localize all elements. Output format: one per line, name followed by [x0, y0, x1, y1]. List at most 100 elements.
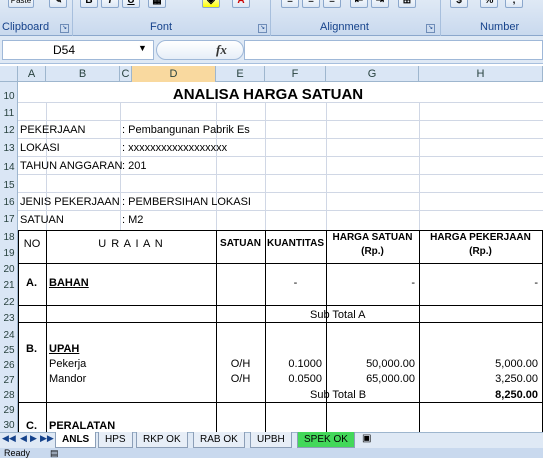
- borders-icon[interactable]: ▦: [148, 0, 166, 8]
- gridline: [419, 102, 420, 230]
- row-header[interactable]: 21: [0, 280, 18, 291]
- row-header[interactable]: 16: [0, 197, 18, 208]
- jenis-pekerjaan-label: JENIS PEKERJAAN: [20, 196, 120, 208]
- upah-item-total: 5,000.00: [495, 358, 538, 370]
- column-header-e[interactable]: E: [216, 66, 265, 82]
- spreadsheet-grid[interactable]: ANALISA HARGA SATUAN PEKERJAAN : Pembang…: [18, 82, 543, 432]
- tab-upbh[interactable]: UPBH: [250, 432, 292, 448]
- fill-color-icon[interactable]: ◈: [202, 0, 220, 8]
- select-all-corner[interactable]: [0, 66, 18, 82]
- align-left-icon[interactable]: ≡: [281, 0, 299, 8]
- clipboard-launcher-icon[interactable]: ↘: [60, 24, 69, 33]
- column-header-a[interactable]: A: [18, 66, 46, 82]
- column-header-b[interactable]: B: [46, 66, 120, 82]
- merge-center-icon[interactable]: ⊞: [398, 0, 416, 8]
- row-header[interactable]: 25: [0, 345, 18, 356]
- row-header[interactable]: 28: [0, 390, 18, 401]
- upah-item-price: 50,000.00: [366, 358, 415, 370]
- alignment-group-label: Alignment: [320, 21, 369, 33]
- row-header[interactable]: 19: [0, 248, 18, 259]
- increase-indent-icon[interactable]: ⇥: [371, 0, 389, 8]
- italic-button[interactable]: I: [101, 0, 119, 8]
- tab-anls[interactable]: ANLS: [55, 432, 97, 448]
- upah-item-qty: 0.0500: [288, 373, 322, 385]
- bold-button[interactable]: B: [80, 0, 98, 8]
- upah-item-unit: O/H: [230, 373, 251, 385]
- upah-item-price: 65,000.00: [366, 373, 415, 385]
- row-header[interactable]: 30: [0, 420, 18, 431]
- gridline: [18, 156, 543, 157]
- row-header[interactable]: 17: [0, 214, 18, 225]
- header-kuantitas: KUANTITAS: [266, 238, 325, 249]
- row-header[interactable]: 13: [0, 143, 18, 154]
- font-launcher-icon[interactable]: ↘: [258, 24, 267, 33]
- align-center-icon[interactable]: ≡: [302, 0, 320, 8]
- formula-input[interactable]: [244, 40, 543, 60]
- header-uraian: U R A I A N: [98, 238, 164, 250]
- table-border: [18, 402, 543, 403]
- jenis-pekerjaan-value: : PEMBERSIHAN LOKASI: [122, 196, 251, 208]
- satuan-value: : M2: [122, 214, 144, 226]
- row-header[interactable]: 26: [0, 360, 18, 371]
- alignment-launcher-icon[interactable]: ↘: [426, 24, 435, 33]
- row-header[interactable]: 15: [0, 180, 18, 191]
- format-painter-icon[interactable]: ✎: [49, 0, 67, 8]
- row-header[interactable]: 20: [0, 264, 18, 275]
- insert-sheet-icon[interactable]: ▣: [362, 433, 371, 444]
- align-right-icon[interactable]: ≡: [323, 0, 341, 8]
- row-header[interactable]: 22: [0, 297, 18, 308]
- section-a-kuantitas: -: [293, 277, 298, 289]
- header-harga-satuan: HARGA SATUAN: [332, 232, 413, 243]
- upah-item-name: Mandor: [49, 373, 87, 385]
- name-box[interactable]: D54: [2, 40, 154, 60]
- tab-scroll-last-icon[interactable]: ▶▶: [40, 433, 54, 444]
- column-header-g[interactable]: G: [326, 66, 419, 82]
- tab-rab-ok[interactable]: RAB OK: [193, 432, 245, 448]
- font-color-icon[interactable]: A: [232, 0, 250, 8]
- row-header[interactable]: 18: [0, 232, 18, 243]
- header-harga-pekerjaan-unit: (Rp.): [469, 246, 492, 257]
- header-harga-pekerjaan: HARGA PEKERJAAN: [430, 232, 531, 243]
- clipboard-group-label: Clipboard: [2, 21, 50, 33]
- column-header-c[interactable]: C: [120, 66, 132, 82]
- currency-icon[interactable]: $: [450, 0, 468, 8]
- table-border: [18, 230, 19, 432]
- tab-scroll-next-icon[interactable]: ▶: [30, 433, 37, 444]
- tab-rkp-ok[interactable]: RKP OK: [136, 432, 188, 448]
- upah-item-unit: O/H: [230, 358, 251, 370]
- row-header[interactable]: 11: [0, 108, 18, 119]
- lokasi-label: LOKASI: [20, 142, 60, 154]
- row-header[interactable]: 27: [0, 375, 18, 386]
- upah-item-qty: 0.1000: [288, 358, 322, 370]
- insert-function-icon[interactable]: fx: [216, 42, 227, 58]
- macro-record-icon[interactable]: ▤: [50, 448, 59, 459]
- name-box-dropdown-icon[interactable]: ▼: [138, 43, 147, 53]
- paste-button[interactable]: Paste: [8, 0, 34, 8]
- percent-button[interactable]: %: [480, 0, 498, 8]
- row-header[interactable]: 24: [0, 330, 18, 341]
- row-header[interactable]: 12: [0, 125, 18, 136]
- decrease-indent-icon[interactable]: ⇤: [350, 0, 368, 8]
- pekerjaan-label: PEKERJAAN: [20, 124, 86, 136]
- row-header[interactable]: 10: [0, 91, 18, 102]
- row-header[interactable]: 29: [0, 405, 18, 416]
- column-header-f[interactable]: F: [265, 66, 326, 82]
- underline-button[interactable]: U: [122, 0, 140, 8]
- column-header-d[interactable]: D: [132, 66, 216, 82]
- tab-spek-ok[interactable]: SPEK OK: [297, 432, 355, 448]
- gridline: [18, 174, 543, 175]
- comma-style-icon[interactable]: ,: [505, 0, 523, 8]
- section-a-name: BAHAN: [49, 277, 89, 289]
- tab-scroll-first-icon[interactable]: ◀◀: [2, 433, 16, 444]
- row-header[interactable]: 14: [0, 162, 18, 173]
- tab-scroll-prev-icon[interactable]: ◀: [20, 433, 27, 444]
- pekerjaan-value: : Pembangunan Pabrik Es: [122, 124, 250, 136]
- tab-hps[interactable]: HPS: [98, 432, 133, 448]
- section-c-no: C.: [26, 420, 37, 432]
- formula-bar-grip[interactable]: [156, 40, 244, 60]
- table-border: [18, 263, 543, 264]
- row-header[interactable]: 23: [0, 313, 18, 324]
- status-bar: Ready ▤: [0, 448, 543, 458]
- gridline: [265, 102, 266, 230]
- column-header-h[interactable]: H: [419, 66, 543, 82]
